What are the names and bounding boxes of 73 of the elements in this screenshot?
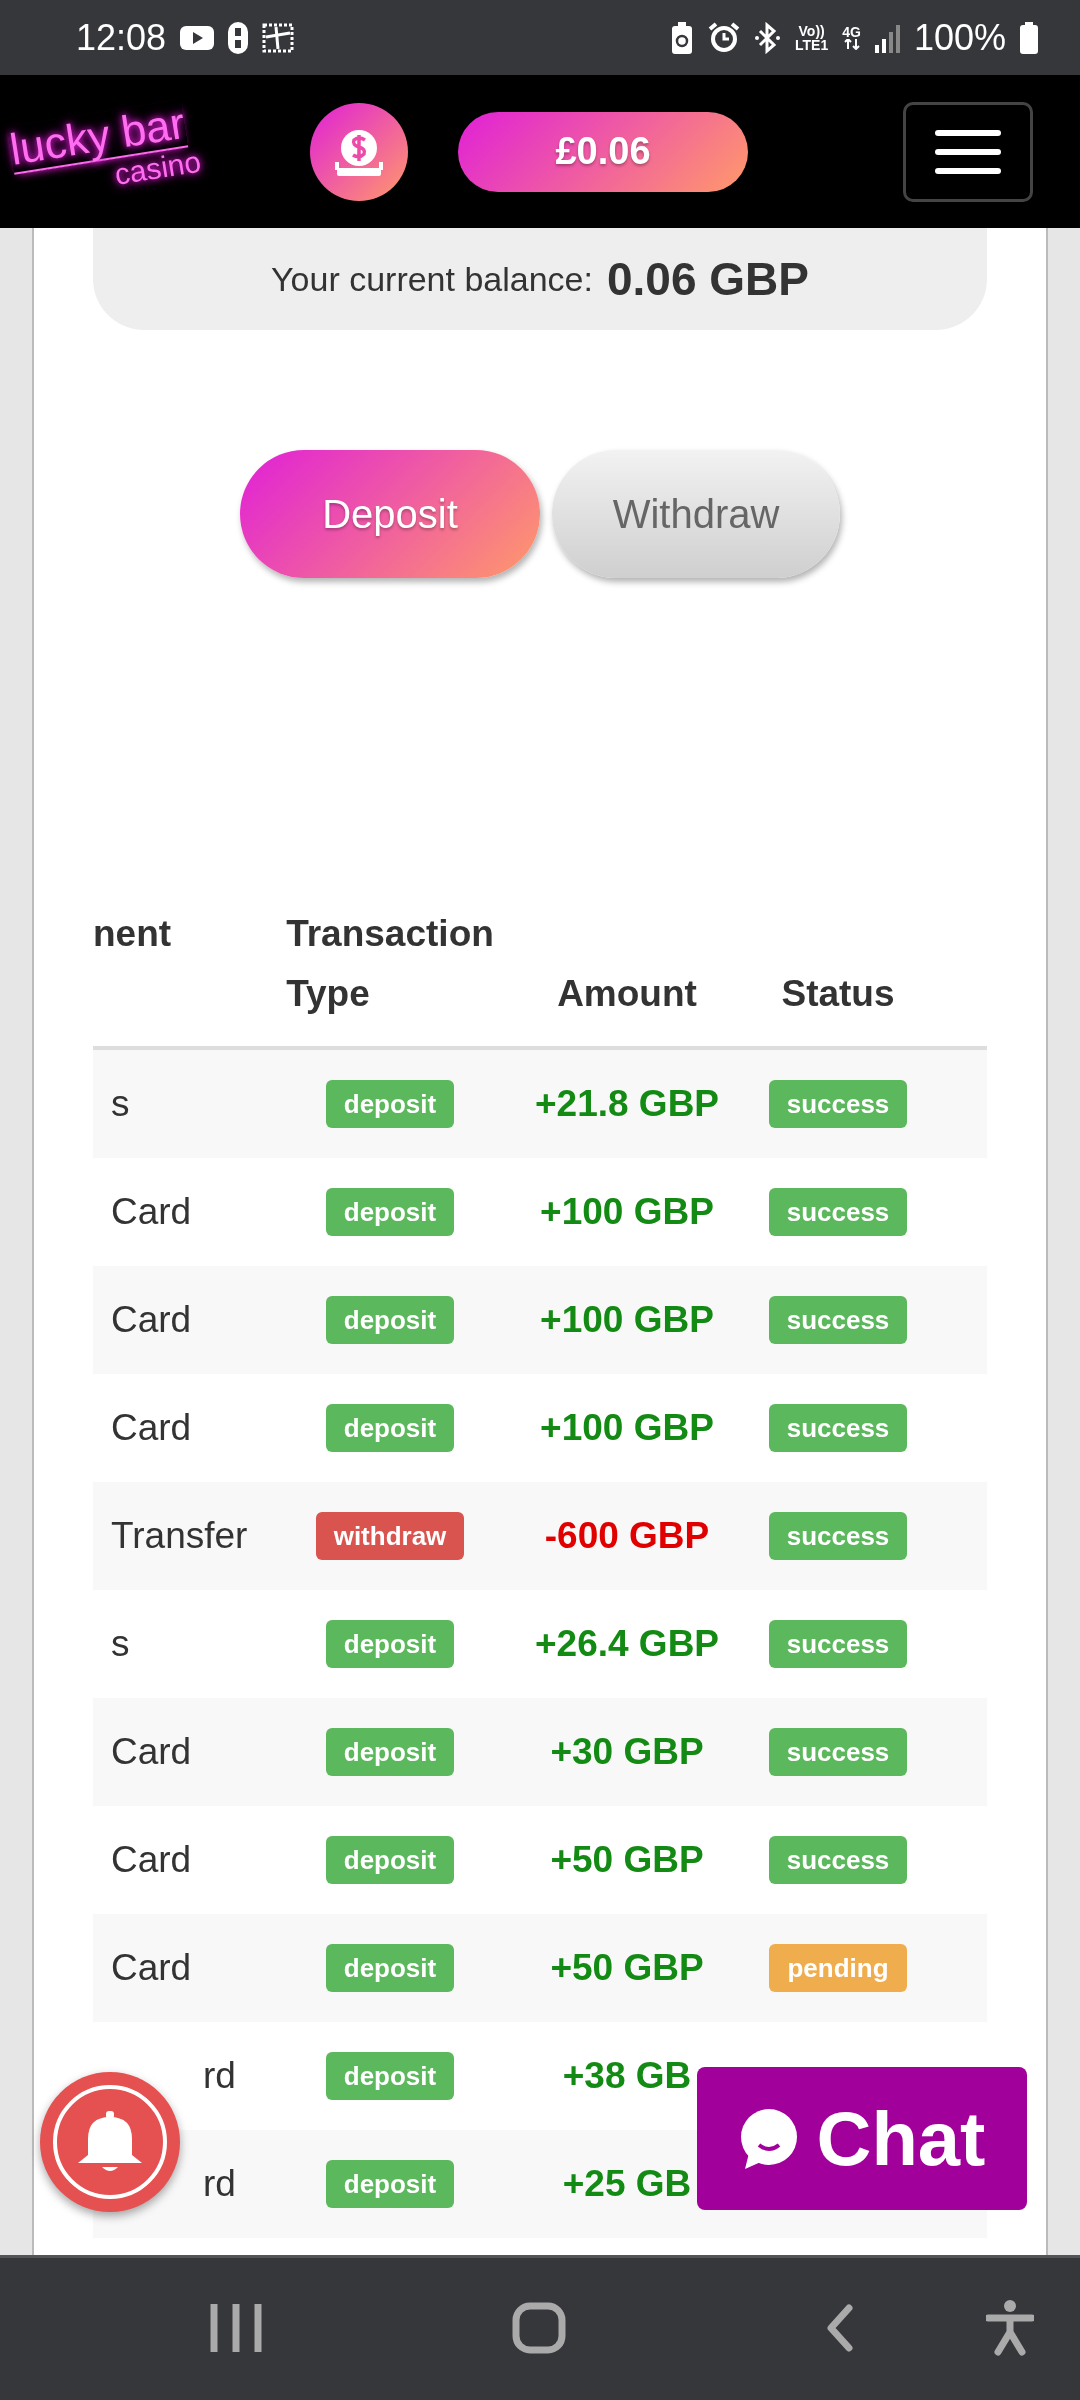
video-icon [180,23,215,52]
payment-method-text: s [111,1083,130,1125]
battery-icon [1020,21,1038,54]
status-badge: success [768,1620,908,1668]
type-badge: deposit [325,1404,455,1452]
status-badge: success [768,1188,908,1236]
status-badge: pending [769,1944,907,1992]
column-header: nent [93,912,173,956]
amount-text: +100 GBP [540,1407,714,1449]
amount-text: +25 GB [562,2163,692,2205]
payment-method-text: Card [111,1191,192,1233]
balance-button[interactable]: £0.06 [458,111,748,192]
amount-text: -600 GBP [544,1515,710,1557]
amount-text: +100 GBP [540,1191,714,1233]
payment-method-text: Card [111,1299,192,1341]
tab[interactable]: Deposit [240,450,540,578]
alarm-icon [708,21,741,54]
payment-method-text: Card [111,1947,192,1989]
column-header: Amount [556,972,698,1016]
tab[interactable]: Withdraw [552,450,840,578]
menu-icon [935,129,1001,174]
signal-icon [874,22,900,53]
status-badge: success [768,1404,908,1452]
amount-text: +50 GBP [550,1839,704,1881]
clock: 12:08 [76,16,167,59]
network-label: Vo)) [798,23,825,38]
payment-method-text: rd [203,2055,236,2097]
status-badge: success [768,1836,908,1884]
type-badge: deposit [325,1620,455,1668]
amount-text: +100 GBP [540,1299,714,1341]
column-header: Status [780,972,896,1016]
battery-percent: 100% [913,16,1006,59]
bluetooth-icon [754,21,782,54]
chat-bubble-icon [738,2108,797,2169]
accessibility-icon [986,2300,1034,2356]
type-badge: deposit [325,1188,455,1236]
back-icon [825,2304,855,2352]
type-badge: deposit [325,2052,455,2100]
type-badge: deposit [325,1080,455,1128]
payment-method-text: rd [203,2163,236,2205]
type-badge: deposit [325,2160,455,2208]
balance-value: 0.06 GBP [607,252,809,306]
recent-apps-icon [210,2304,262,2352]
chat-button[interactable]: Chat [697,2067,1027,2210]
status-badge: success [768,1512,908,1560]
type-badge: deposit [325,1836,455,1884]
carrier-icon [228,21,249,54]
image-icon [262,22,295,53]
status-badge: success [768,1296,908,1344]
data-arrows-icon [843,39,860,50]
network-label: LTE1 [795,37,829,52]
payment-method-text: Card [111,1731,192,1773]
balance-label: Your current balance: [271,259,593,299]
status-badge: success [768,1728,908,1776]
status-badge: success [768,1080,908,1128]
menu-button[interactable] [903,101,1033,202]
type-badge: deposit [325,1728,455,1776]
amount-text: +30 GBP [550,1731,704,1773]
payment-method-text: Transfer [111,1515,248,1557]
payment-method-text: s [111,1623,130,1665]
amount-text: +38 GB [562,2055,692,2097]
data-label: 4G [842,25,861,39]
casino-logo[interactable]: lucky bar casino [4,82,210,221]
type-badge: withdraw [315,1512,465,1560]
amount-text: +21.8 GBP [534,1083,720,1125]
battery-saver-icon [670,21,695,54]
amount-text: +26.4 GBP [534,1623,720,1665]
type-badge: deposit [325,1296,455,1344]
payment-method-text: Card [111,1839,192,1881]
type-badge: deposit [325,1944,455,1992]
home-icon [512,2302,566,2354]
amount-text: +50 GBP [550,1947,704,1989]
payment-method-text: Card [111,1407,192,1449]
